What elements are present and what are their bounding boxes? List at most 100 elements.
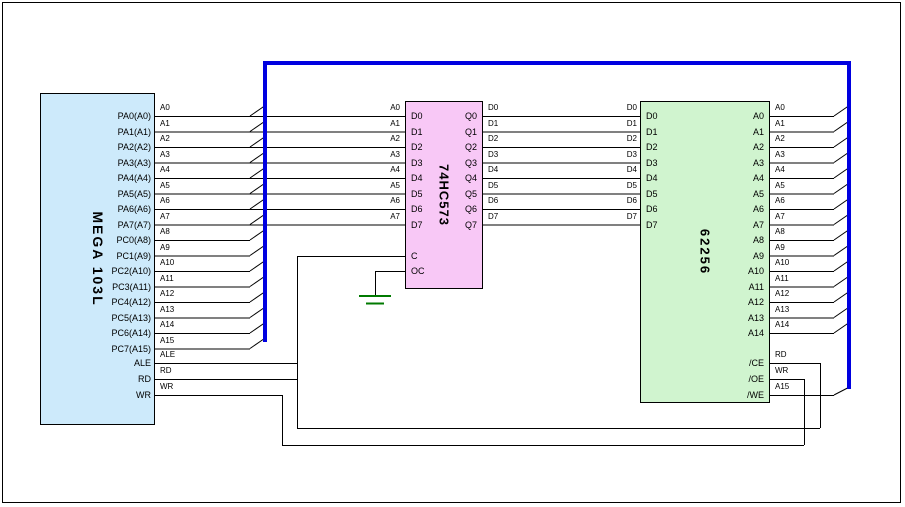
mega-pin-label-pa7a7: PA7(A7) xyxy=(61,220,151,230)
sram-pin-label-a9: A9 xyxy=(724,251,764,261)
sram-pin-label-a6: A6 xyxy=(724,204,764,214)
bus-entry-diagonal xyxy=(834,137,849,147)
sram-pin-label-d1: D1 xyxy=(646,127,686,137)
data-net-label-d3: D3 xyxy=(597,150,637,159)
mega-pin-label-pa2a2: PA2(A2) xyxy=(61,142,151,152)
mega-addr-net-label-a8: A8 xyxy=(160,227,200,236)
latch-pin-label-q1: Q1 xyxy=(437,127,477,137)
mega-addr-net-label-a1: A1 xyxy=(160,119,200,128)
sram-addr-net-label-a1: A1 xyxy=(775,119,815,128)
sram-pin-label-d7: D7 xyxy=(646,220,686,230)
mega-addr-net-label-a3: A3 xyxy=(160,150,200,159)
latch-in-net-label-a2: A2 xyxy=(360,134,400,143)
sram-pin-label-d5: D5 xyxy=(646,189,686,199)
sram-addr-net-label-a11: A11 xyxy=(775,274,815,283)
sram-pin-label-a4: A4 xyxy=(724,173,764,183)
schematic-canvas: MEGA 103L 74HC573 62256 PA0(A0)PA1(A1)PA… xyxy=(0,0,905,507)
sram-pin-label-ce: /CE xyxy=(724,358,764,368)
bus-entry-diagonal xyxy=(834,261,849,271)
data-net-label-d5: D5 xyxy=(597,181,637,190)
sram-addr-net-label-a10: A10 xyxy=(775,258,815,267)
latch-pin-label-q7: Q7 xyxy=(437,220,477,230)
data-net-label-d7: D7 xyxy=(597,212,637,221)
sram-pin-label-a11: A11 xyxy=(724,282,764,292)
mega-addr-net-label-a5: A5 xyxy=(160,181,200,190)
mega-addr-net-label-a13: A13 xyxy=(160,305,200,314)
sram-pin-label-a5: A5 xyxy=(724,189,764,199)
sram-addr-net-label-a6: A6 xyxy=(775,196,815,205)
data-net-label-d5: D5 xyxy=(488,181,528,190)
latch-pin-label-c: C xyxy=(411,251,451,261)
latch-pin-label-q6: Q6 xyxy=(437,204,477,214)
sram-pin-label-a12: A12 xyxy=(724,297,764,307)
mega-pin-label-pa4a4: PA4(A4) xyxy=(61,173,151,183)
bus-entry-diagonal xyxy=(250,106,265,116)
data-net-label-d3: D3 xyxy=(488,150,528,159)
latch-in-net-label-a7: A7 xyxy=(360,212,400,221)
sram-ctrl-net-label-rd: RD xyxy=(775,350,815,359)
sram-addr-net-label-a7: A7 xyxy=(775,212,815,221)
bus-entry-diagonal xyxy=(834,122,849,132)
sram-pin-label-a0: A0 xyxy=(724,111,764,121)
bus-entry-diagonal xyxy=(250,184,265,194)
sram-addr-net-label-a3: A3 xyxy=(775,150,815,159)
sram-pin-label-d2: D2 xyxy=(646,142,686,152)
mega-addr-net-label-a14: A14 xyxy=(160,320,200,329)
sram-pin-label-a8: A8 xyxy=(724,235,764,245)
mega-addr-net-label-a9: A9 xyxy=(160,243,200,252)
mega-addr-net-label-a2: A2 xyxy=(160,134,200,143)
latch-in-net-label-a5: A5 xyxy=(360,181,400,190)
bus-entry-diagonal xyxy=(250,137,265,147)
mega-addr-net-label-a12: A12 xyxy=(160,289,200,298)
mega-pin-label-rd: RD xyxy=(61,374,151,384)
data-net-label-d4: D4 xyxy=(488,165,528,174)
mega-pin-label-pc5a13: PC5(A13) xyxy=(61,313,151,323)
bus-entry-diagonal xyxy=(834,388,849,396)
latch-pin-label-q3: Q3 xyxy=(437,158,477,168)
bus-entry-diagonal xyxy=(834,184,849,194)
data-net-label-d2: D2 xyxy=(597,134,637,143)
bus-entry-diagonal xyxy=(834,168,849,178)
bus-entry-diagonal xyxy=(834,199,849,209)
data-net-label-d0: D0 xyxy=(597,103,637,112)
mega-pin-label-pa6a6: PA6(A6) xyxy=(61,204,151,214)
mega-pin-label-pc1a9: PC1(A9) xyxy=(61,251,151,261)
bus-entry-diagonal xyxy=(250,153,265,163)
chip-title-sram: 62256 xyxy=(698,229,713,275)
mega-pin-label-pa3a3: PA3(A3) xyxy=(61,158,151,168)
bus-entry-diagonal xyxy=(250,277,265,287)
bus-entry-diagonal xyxy=(834,230,849,240)
mega-pin-label-pc4a12: PC4(A12) xyxy=(61,297,151,307)
data-net-label-d2: D2 xyxy=(488,134,528,143)
sram-pin-label-a14: A14 xyxy=(724,328,764,338)
mega-addr-net-label-a6: A6 xyxy=(160,196,200,205)
sram-pin-label-d3: D3 xyxy=(646,158,686,168)
sram-ctrl-net-label-a15: A15 xyxy=(775,382,815,391)
sram-addr-net-label-a5: A5 xyxy=(775,181,815,190)
latch-pin-label-oc: OC xyxy=(411,266,451,276)
bus-entry-diagonal xyxy=(250,168,265,178)
mega-pin-label-pc3a11: PC3(A11) xyxy=(61,282,151,292)
sram-pin-label-oe: /OE xyxy=(724,374,764,384)
latch-pin-label-q0: Q0 xyxy=(437,111,477,121)
mega-addr-net-label-a0: A0 xyxy=(160,103,200,112)
bus-entry-diagonal xyxy=(250,339,265,349)
mega-addr-net-label-a10: A10 xyxy=(160,258,200,267)
data-net-label-d6: D6 xyxy=(597,196,637,205)
mega-pin-label-pc7a15: PC7(A15) xyxy=(61,344,151,354)
bus-entry-diagonal xyxy=(834,215,849,225)
data-net-label-d0: D0 xyxy=(488,103,528,112)
data-net-label-d1: D1 xyxy=(597,119,637,128)
mega-ctrl-net-label-ale: ALE xyxy=(160,350,200,359)
mega-pin-label-pa1a1: PA1(A1) xyxy=(61,127,151,137)
sram-addr-net-label-a12: A12 xyxy=(775,289,815,298)
mega-pin-label-ale: ALE xyxy=(61,358,151,368)
bus-entry-diagonal xyxy=(250,292,265,302)
bus-entry-diagonal xyxy=(834,153,849,163)
sram-addr-net-label-a13: A13 xyxy=(775,305,815,314)
latch-pin-label-q5: Q5 xyxy=(437,189,477,199)
mega-pin-label-pc2a10: PC2(A10) xyxy=(61,266,151,276)
sram-pin-label-a13: A13 xyxy=(724,313,764,323)
sram-pin-label-we: /WE xyxy=(724,390,764,400)
data-net-label-d1: D1 xyxy=(488,119,528,128)
